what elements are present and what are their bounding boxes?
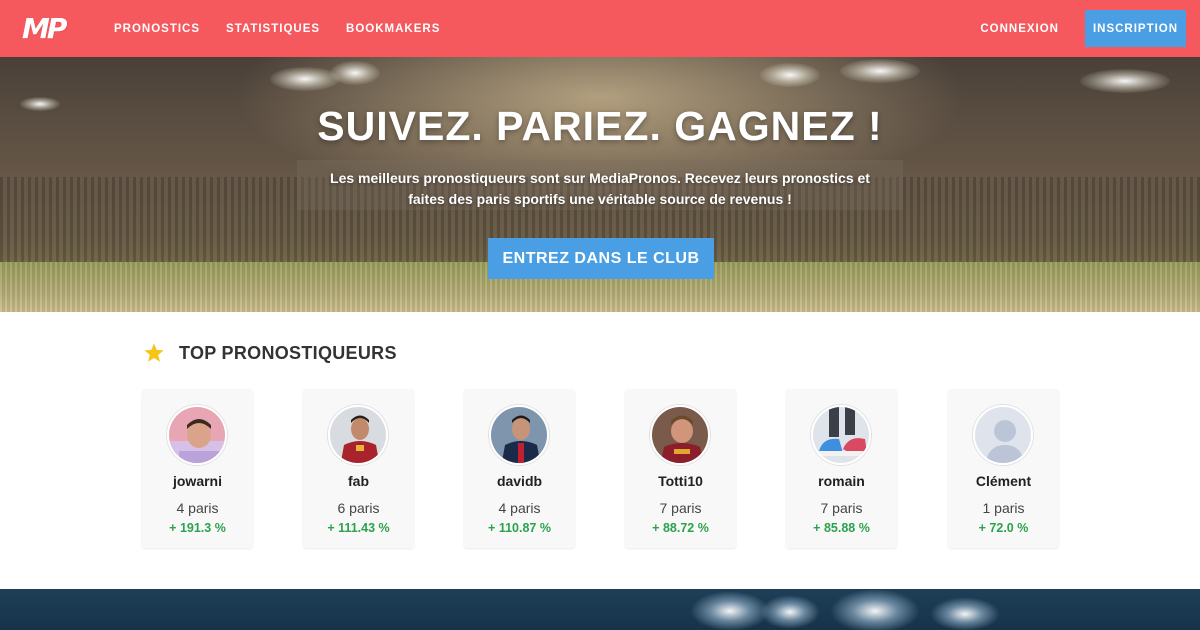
tipster-name: davidb xyxy=(496,473,543,489)
tipster-name: romain xyxy=(818,473,865,489)
tipster-gain: + 85.88 % xyxy=(813,521,870,535)
next-section-banner xyxy=(0,589,1200,630)
stadium-light xyxy=(760,63,820,87)
section-title: TOP PRONOSTIQUEURS xyxy=(179,342,397,363)
avatar xyxy=(328,405,388,465)
tipster-gain: + 110.87 % xyxy=(488,521,551,535)
stadium-light xyxy=(930,597,1000,630)
default-avatar xyxy=(973,405,1033,465)
section-header: TOP PRONOSTIQUEURS xyxy=(143,342,397,364)
star-icon xyxy=(144,343,164,362)
tipster-name: Totti10 xyxy=(658,473,703,489)
tipster-name: fab xyxy=(348,473,369,489)
nav-link-pronostics[interactable]: PRONOSTICS xyxy=(114,23,200,35)
tipster-card-list: jowarni 4 paris + 191.3 % fab 6 paris + … xyxy=(142,389,1060,548)
tipster-gain: + 72.0 % xyxy=(978,521,1029,535)
stadium-light xyxy=(830,589,920,630)
stadium-light xyxy=(330,61,380,85)
account-nav: CONNEXION INSCRIPTION xyxy=(980,0,1200,57)
tipster-gain: + 191.3 % xyxy=(169,521,226,535)
main-nav: PRONOSTICS STATISTIQUES BOOKMAKERS xyxy=(114,0,466,57)
stadium-light xyxy=(760,595,820,629)
tipster-card[interactable]: jowarni 4 paris + 191.3 % xyxy=(142,389,253,548)
tipster-bets: 7 paris xyxy=(820,500,863,516)
nav-link-statistiques[interactable]: STATISTIQUES xyxy=(226,23,320,35)
tipster-name: jowarni xyxy=(172,473,222,489)
tipster-bets: 7 paris xyxy=(659,500,702,516)
hero-subtitle-line: faites des paris sportifs une véritable … xyxy=(408,191,792,207)
site-logo[interactable]: MP xyxy=(22,11,70,45)
tipster-bets: 4 paris xyxy=(176,500,219,516)
login-link[interactable]: CONNEXION xyxy=(980,23,1059,35)
tipster-card[interactable]: davidb 4 paris + 110.87 % xyxy=(464,389,575,548)
avatar xyxy=(811,405,871,465)
logo-text: MP xyxy=(22,11,67,45)
tipster-gain: + 88.72 % xyxy=(652,521,709,535)
avatar xyxy=(650,405,710,465)
tipster-bets: 4 paris xyxy=(498,500,541,516)
tipster-card[interactable]: Totti10 7 paris + 88.72 % xyxy=(625,389,736,548)
tipster-bets: 1 paris xyxy=(982,500,1025,516)
hero-subtitle: Les meilleurs pronostiqueurs sont sur Me… xyxy=(297,168,903,210)
join-club-button[interactable]: ENTREZ DANS LE CLUB xyxy=(488,238,714,279)
signup-button[interactable]: INSCRIPTION xyxy=(1085,10,1186,47)
avatar xyxy=(167,405,227,465)
hero-title: SUIVEZ. PARIEZ. GAGNEZ ! xyxy=(317,103,883,149)
hero-banner: SUIVEZ. PARIEZ. GAGNEZ ! Les meilleurs p… xyxy=(0,57,1200,312)
nav-link-bookmakers[interactable]: BOOKMAKERS xyxy=(346,23,440,35)
top-navbar: MP PRONOSTICS STATISTIQUES BOOKMAKERS CO… xyxy=(0,0,1200,57)
stadium-light xyxy=(840,59,920,83)
stadium-light xyxy=(1080,69,1170,93)
tipster-card[interactable]: romain 7 paris + 85.88 % xyxy=(786,389,897,548)
top-tipsters-section: TOP PRONOSTIQUEURS jowarni 4 paris + 191… xyxy=(0,312,1200,589)
tipster-gain: + 111.43 % xyxy=(327,521,390,535)
tipster-name: Clément xyxy=(975,473,1032,489)
tipster-card[interactable]: Clément 1 paris + 72.0 % xyxy=(948,389,1059,548)
tipster-card[interactable]: fab 6 paris + 111.43 % xyxy=(303,389,414,548)
avatar xyxy=(489,405,549,465)
stadium-light xyxy=(690,591,770,630)
hero-subtitle-line: Les meilleurs pronostiqueurs sont sur Me… xyxy=(330,170,870,186)
tipster-bets: 6 paris xyxy=(337,500,380,516)
